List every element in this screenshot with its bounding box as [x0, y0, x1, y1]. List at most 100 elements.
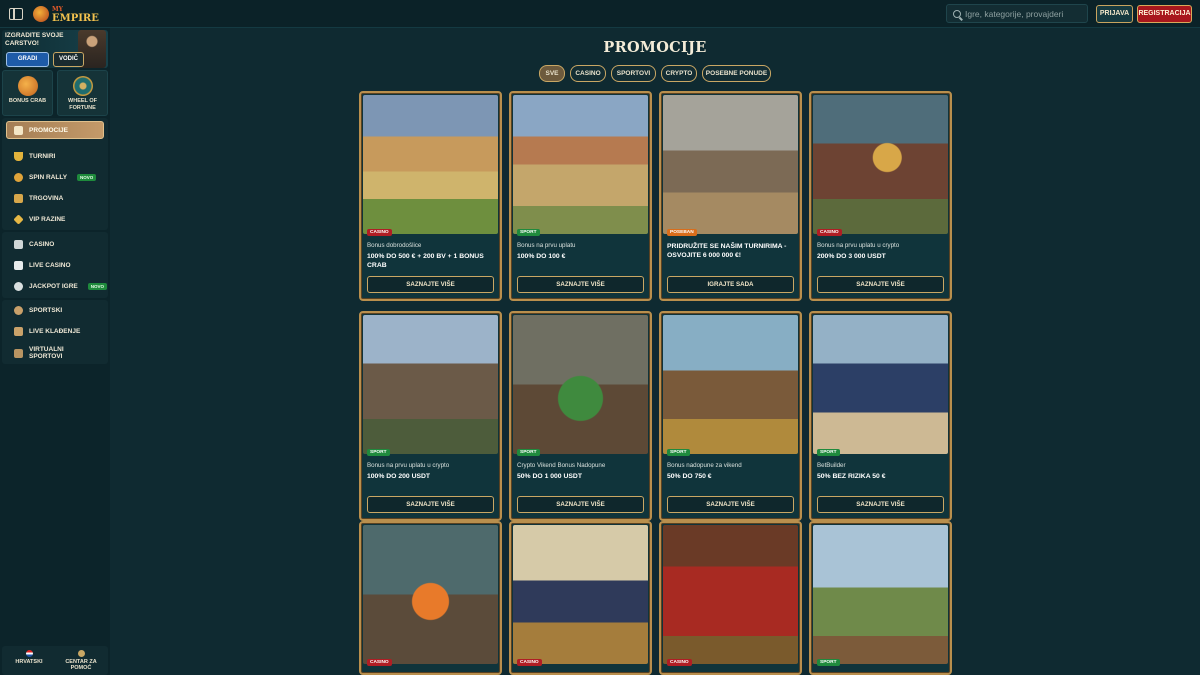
- promo-subtitle: Bonus na prvu uplatu u crypto: [367, 462, 450, 469]
- sidebar-item-tournaments[interactable]: TURNIRI: [2, 147, 108, 165]
- promo-subtitle: Bonus nadopune za vikend: [667, 462, 742, 469]
- language-selector[interactable]: HRVATSKI: [4, 650, 54, 665]
- promo-card-image: [363, 315, 498, 454]
- learn-more-button[interactable]: SAZNAJTE VIŠE: [367, 496, 494, 513]
- search-icon: [953, 9, 961, 18]
- promo-card[interactable]: SPORT BetBuilder 50% BEZ RIZIKA 50 € SAZ…: [809, 311, 952, 521]
- sidebar-toggle-icon[interactable]: [9, 7, 23, 20]
- nav-group-sports: SPORTSKI LIVE KLAĐENJE VIRTUALNI SPORTOV…: [2, 300, 108, 364]
- sidebar-item-virtual-sports[interactable]: VIRTUALNI SPORTOVI: [2, 343, 108, 363]
- sidebar-item-promotions[interactable]: PROMOCIJE: [6, 121, 104, 139]
- sidebar-item-label: SPORTSKI: [29, 306, 63, 314]
- help-center-link[interactable]: CENTAR ZA POMOĆ: [56, 650, 106, 671]
- promo-subtitle: Bonus na prvu uplatu: [517, 242, 576, 249]
- learn-more-button[interactable]: SAZNAJTE VIŠE: [517, 496, 644, 513]
- shop-icon: [14, 193, 23, 203]
- promo-card[interactable]: SPORT Crypto Vikend Bonus Nadopune 50% D…: [509, 311, 652, 521]
- category-tag: CASINO: [517, 659, 542, 666]
- filter-special-offers[interactable]: POSEBNE PONUDE: [702, 65, 771, 82]
- vip-icon: [13, 213, 24, 225]
- sidebar-item-vip-levels[interactable]: VIP RAZINE: [2, 210, 108, 228]
- tile-label: WHEEL OF FORTUNE: [68, 98, 97, 111]
- sidebar-item-label: VIP RAZINE: [29, 215, 66, 223]
- empire-promo-text: IZGRADITE SVOJE CARSTVO!: [5, 32, 64, 47]
- help-icon: [77, 650, 85, 657]
- site-logo[interactable]: MY EMPIRE: [33, 5, 99, 23]
- promo-card[interactable]: CASINO Bonus na prvu uplatu u crypto 200…: [809, 91, 952, 301]
- wheel-icon: [72, 76, 93, 96]
- search-box[interactable]: [946, 4, 1088, 23]
- promo-title: 50% DO 750 €: [667, 473, 712, 480]
- learn-more-button[interactable]: SAZNAJTE VIŠE: [667, 496, 794, 513]
- play-now-button[interactable]: IGRAJTE SADA: [667, 276, 794, 293]
- learn-more-button[interactable]: SAZNAJTE VIŠE: [367, 276, 494, 293]
- login-button[interactable]: PRIJAVA: [1096, 5, 1133, 23]
- filter-casino[interactable]: CASINO: [570, 65, 606, 82]
- category-tag: CASINO: [667, 659, 692, 666]
- category-tag: SPORT: [367, 449, 390, 456]
- filter-sports[interactable]: SPORTOVI: [611, 65, 656, 82]
- sidebar-item-label: JACKPOT IGRE: [29, 282, 78, 290]
- sidebar-item-label: TURNIRI: [29, 152, 56, 160]
- promo-card[interactable]: POSEBAN PRIDRUŽITE SE NAŠIM TURNIRIMA - …: [659, 91, 802, 301]
- sidebar-item-live-betting[interactable]: LIVE KLAĐENJE: [2, 322, 108, 340]
- sidebar-item-label: LIVE CASINO: [29, 261, 71, 269]
- learn-more-button[interactable]: SAZNAJTE VIŠE: [817, 496, 944, 513]
- promo-title: 100% DO 100 €: [517, 253, 566, 260]
- promo-card[interactable]: SPORT Bonus nadopune za vikend 50% DO 75…: [659, 311, 802, 521]
- nav-group-casino: CASINO LIVE CASINO JACKPOT IGRE NOVO: [2, 232, 108, 298]
- promo-card[interactable]: CASINO: [359, 521, 502, 675]
- category-tag: CASINO: [367, 659, 392, 666]
- register-button[interactable]: REGISTRACIJA: [1137, 5, 1192, 23]
- ball-icon: [14, 305, 23, 315]
- promo-card-image: [363, 525, 498, 664]
- promo-card[interactable]: SPORT: [809, 521, 952, 675]
- sidebar-item-shop[interactable]: TRGOVINA: [2, 189, 108, 207]
- sidebar-item-label: CASINO: [29, 240, 55, 248]
- learn-more-button[interactable]: SAZNAJTE VIŠE: [517, 276, 644, 293]
- promo-subtitle: Crypto Vikend Bonus Nadopune: [517, 462, 606, 469]
- sidebar-item-label: TRGOVINA: [29, 194, 64, 202]
- build-button[interactable]: GRADI: [6, 52, 49, 67]
- guide-button[interactable]: VODIČ: [53, 52, 84, 67]
- sidebar-item-label: VIRTUALNI SPORTOVI: [29, 346, 64, 360]
- croatia-flag-icon: [25, 650, 33, 657]
- sidebar-item-jackpot-games[interactable]: JACKPOT IGRE NOVO: [2, 277, 108, 295]
- filter-crypto[interactable]: CRYPTO: [661, 65, 697, 82]
- promo-card[interactable]: CASINO: [659, 521, 802, 675]
- empire-promo-banner: IZGRADITE SVOJE CARSTVO! GRADI VODIČ: [2, 30, 108, 68]
- tile-wheel-of-fortune[interactable]: WHEEL OF FORTUNE: [57, 70, 108, 116]
- promo-card-image: [513, 525, 648, 664]
- filter-all[interactable]: SVE: [539, 65, 565, 82]
- promo-subtitle: BetBuilder: [817, 462, 846, 469]
- sidebar-item-sports[interactable]: SPORTSKI: [2, 301, 108, 319]
- promo-title: PRIDRUŽITE SE NAŠIM TURNIRIMA - OSVOJITE…: [667, 243, 787, 259]
- promo-card[interactable]: CASINO Bonus dobrodošlice 100% DO 500 € …: [359, 91, 502, 301]
- cards-icon: [14, 260, 23, 270]
- category-tag: SPORT: [817, 449, 840, 456]
- promo-card-image: [663, 95, 798, 234]
- search-input[interactable]: [965, 8, 1085, 19]
- promo-card[interactable]: SPORT Bonus na prvu uplatu u crypto 100%…: [359, 311, 502, 521]
- sidebar-item-label: LIVE KLAĐENJE: [29, 327, 81, 335]
- promo-title: 100% DO 200 USDT: [367, 473, 431, 480]
- promo-card[interactable]: CASINO: [509, 521, 652, 675]
- sidebar-item-spin-rally[interactable]: SPIN RALLY NOVO: [2, 168, 108, 186]
- promo-card-image: [363, 95, 498, 234]
- promo-card-image: [663, 525, 798, 664]
- top-bar: MY EMPIRE PRIJAVA REGISTRACIJA: [0, 0, 1200, 28]
- sidebar-footer: HRVATSKI CENTAR ZA POMOĆ: [2, 646, 108, 675]
- rally-icon: [14, 172, 23, 182]
- promo-title: 100% DO 500 € + 200 BV + 1 BONUS CRAB: [367, 253, 484, 269]
- sidebar: IZGRADITE SVOJE CARSTVO! GRADI VODIČ BON…: [0, 28, 110, 675]
- sidebar-item-live-casino[interactable]: LIVE CASINO: [2, 256, 108, 274]
- learn-more-button[interactable]: SAZNAJTE VIŠE: [817, 276, 944, 293]
- promo-card[interactable]: SPORT Bonus na prvu uplatu 100% DO 100 €…: [509, 91, 652, 301]
- category-tag: SPORT: [517, 449, 540, 456]
- tile-bonus-crab[interactable]: BONUS CRAB: [2, 70, 53, 116]
- sidebar-item-casino[interactable]: CASINO: [2, 235, 108, 253]
- category-tag: POSEBAN: [667, 229, 697, 236]
- promo-title: 50% DO 1 000 USDT: [517, 473, 582, 480]
- nav-group-main: PROMOCIJE TURNIRI SPIN RALLY NOVO TRGOVI…: [2, 118, 108, 230]
- sidebar-item-label: PROMOCIJE: [29, 126, 69, 134]
